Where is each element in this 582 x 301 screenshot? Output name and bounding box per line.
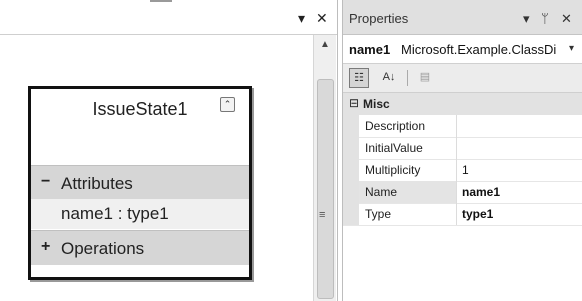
property-row-description[interactable]: Description	[343, 115, 582, 138]
property-grid: ⊟ Misc Description InitialValue Multipli…	[343, 93, 582, 301]
property-name: Type	[359, 203, 457, 225]
vertical-scrollbar[interactable]: ▲ ≡	[313, 35, 336, 301]
property-value[interactable]: 1	[462, 159, 469, 181]
collapse-attributes-icon[interactable]: −	[41, 173, 50, 191]
property-row-multiplicity[interactable]: Multiplicity 1	[343, 159, 582, 182]
collapse-category-icon[interactable]: ⊟	[349, 96, 359, 110]
window-position-dropdown-icon[interactable]: ▾	[298, 11, 305, 25]
property-value[interactable]: name1	[462, 181, 500, 203]
expand-operations-icon[interactable]: +	[41, 238, 50, 256]
attribute-item[interactable]: name1 : type1	[31, 199, 249, 229]
operations-compartment[interactable]: + Operations	[31, 230, 249, 265]
row-margin	[343, 181, 359, 203]
property-value[interactable]: type1	[462, 203, 493, 225]
chevron-down-icon[interactable]: ▾	[569, 43, 574, 54]
row-margin	[343, 159, 359, 181]
categorized-view-icon[interactable]: ☷	[349, 68, 369, 88]
properties-titlebar: Properties ▾ ᛘ ✕	[343, 0, 582, 35]
attributes-label: Attributes	[61, 174, 133, 193]
property-row-name[interactable]: Name name1	[343, 181, 582, 204]
properties-window: Properties ▾ ᛘ ✕ name1 Microsoft.Example…	[342, 0, 582, 301]
window-position-dropdown-icon[interactable]: ▾	[523, 11, 530, 27]
property-pages-icon[interactable]: ▤	[415, 68, 435, 88]
property-name: Multiplicity	[359, 159, 457, 181]
row-margin	[343, 137, 359, 159]
class-designer-pane: ▾ ✕ ▲ ≡ IssueState1 ⌃ − Attributes name1…	[0, 0, 338, 301]
property-row-initialvalue[interactable]: InitialValue	[343, 137, 582, 160]
shape-title[interactable]: IssueState1	[31, 99, 249, 120]
tab-stub	[150, 0, 172, 6]
alphabetical-sort-icon[interactable]: A↓	[379, 68, 399, 88]
scroll-up-icon[interactable]: ▲	[320, 39, 330, 50]
pin-icon[interactable]: ᛘ	[541, 11, 549, 26]
properties-title: Properties	[349, 11, 409, 26]
attributes-compartment[interactable]: − Attributes	[31, 165, 249, 200]
row-margin	[343, 203, 359, 225]
collapse-shape-icon[interactable]: ⌃	[220, 97, 235, 112]
operations-label: Operations	[61, 239, 145, 258]
scrollbar-thumb[interactable]	[317, 79, 334, 299]
close-icon[interactable]: ✕	[561, 11, 572, 27]
row-margin	[343, 115, 359, 137]
properties-toolbar: ☷ A↓ ▤	[343, 64, 582, 93]
property-name: Description	[359, 115, 457, 137]
property-name: Name	[359, 181, 457, 203]
selected-object-name: name1	[349, 42, 391, 57]
selected-object-type: Microsoft.Example.ClassDi	[401, 42, 557, 57]
attribute-label: name1 : type1	[61, 204, 169, 223]
property-name: InitialValue	[359, 137, 457, 159]
category-label: Misc	[363, 97, 390, 111]
class-shape[interactable]: IssueState1 ⌃ − Attributes name1 : type1…	[28, 86, 252, 280]
designer-header: ▾ ✕	[0, 0, 337, 35]
property-row-type[interactable]: Type type1	[343, 203, 582, 226]
category-row-misc[interactable]: ⊟ Misc	[343, 93, 582, 115]
close-icon[interactable]: ✕	[316, 11, 328, 25]
toolbar-separator	[407, 70, 408, 86]
object-selector-dropdown[interactable]: name1 Microsoft.Example.ClassDi ▾	[343, 35, 582, 64]
scroll-grip-icon: ≡	[319, 209, 326, 221]
